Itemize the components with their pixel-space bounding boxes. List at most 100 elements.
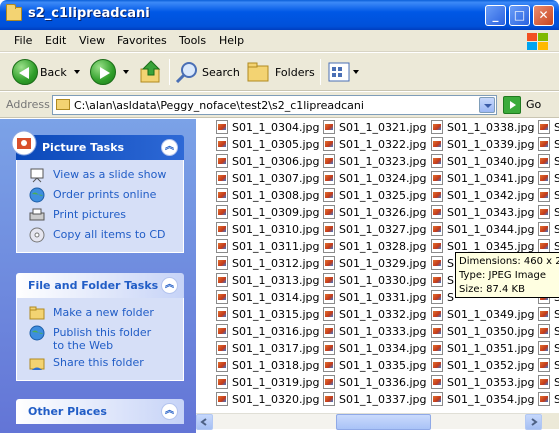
back-arrow-icon[interactable]	[12, 59, 38, 85]
close-button[interactable]: ✕	[533, 5, 554, 26]
collapse-chevron-icon[interactable]: ︽	[161, 277, 178, 294]
jpeg-file-icon	[323, 137, 335, 151]
address-dropdown-icon[interactable]	[479, 97, 495, 113]
go-button-label[interactable]: Go	[526, 98, 541, 111]
task-publish-web[interactable]: Publish this folder to the Web	[17, 324, 183, 354]
up-folder-icon[interactable]	[139, 59, 163, 85]
task-print-pictures[interactable]: Print pictures	[17, 206, 183, 226]
file-name: S01_1_0340.jpg	[447, 155, 535, 168]
file-name: S	[554, 138, 559, 151]
menu-help[interactable]: Help	[219, 34, 244, 47]
maximize-button[interactable]: □	[509, 5, 530, 26]
task-label[interactable]: Order prints online	[53, 188, 156, 201]
task-order-prints[interactable]: Order prints online	[17, 186, 183, 206]
jpeg-file-icon	[216, 256, 228, 270]
file-name: S01_1_0326.jpg	[339, 206, 427, 219]
go-arrow-icon[interactable]	[503, 96, 521, 114]
views-dropdown-icon[interactable]	[353, 70, 359, 74]
task-share-folder[interactable]: Share this folder	[17, 354, 183, 374]
task-label[interactable]: Make a new folder	[53, 306, 154, 319]
slideshow-icon	[30, 168, 44, 183]
forward-arrow-icon[interactable]	[90, 59, 116, 85]
jpeg-file-icon	[538, 341, 550, 355]
scroll-thumb[interactable]	[336, 414, 431, 430]
file-name: S01_1_0329.jpg	[339, 257, 427, 270]
task-slideshow[interactable]: View as a slide show	[17, 166, 183, 186]
menu-file[interactable]: File	[14, 34, 32, 47]
task-label[interactable]: Copy all items to CD	[53, 228, 166, 241]
collapse-chevron-icon[interactable]: ︽	[161, 139, 178, 156]
search-button-label[interactable]: Search	[202, 66, 240, 79]
horizontal-scrollbar[interactable]	[196, 413, 542, 430]
jpeg-file-icon	[216, 273, 228, 287]
jpeg-file-icon	[216, 222, 228, 236]
jpeg-file-icon	[431, 375, 443, 389]
file-name: S	[447, 274, 454, 287]
task-label[interactable]: View as a slide show	[53, 168, 166, 181]
menu-favorites[interactable]: Favorites	[117, 34, 167, 47]
search-icon[interactable]	[175, 61, 199, 83]
menu-edit[interactable]: Edit	[45, 34, 66, 47]
back-button-label[interactable]: Back	[40, 66, 67, 79]
file-name: S	[554, 189, 559, 202]
title-bar[interactable]: s2_c1lipreadcani _ □ ✕	[0, 0, 559, 30]
file-name: S01_1_0333.jpg	[339, 325, 427, 338]
menu-view[interactable]: View	[79, 34, 105, 47]
forward-dropdown-icon[interactable]	[123, 70, 129, 74]
address-path[interactable]: C:\alan\asldata\Peggy_noface\test2\s2_c1…	[74, 99, 364, 112]
jpeg-file-icon	[216, 154, 228, 168]
file-name: S	[554, 121, 559, 134]
jpeg-file-icon	[323, 222, 335, 236]
jpeg-file-icon	[323, 256, 335, 270]
jpeg-file-icon	[431, 222, 443, 236]
task-copy-to-cd[interactable]: Copy all items to CD	[17, 226, 183, 246]
file-name: S01_1_0310.jpg	[232, 223, 320, 236]
windows-logo-icon	[525, 32, 549, 50]
address-input[interactable]: C:\alan\asldata\Peggy_noface\test2\s2_c1…	[52, 95, 497, 115]
other-places-header[interactable]: Other Places ︽	[16, 399, 184, 424]
file-name: S01_1_0350.jpg	[447, 325, 535, 338]
scroll-right-button[interactable]	[525, 414, 542, 430]
collapse-chevron-icon[interactable]: ︽	[161, 403, 178, 420]
panel-title: Picture Tasks	[42, 141, 125, 154]
file-name: S01_1_0313.jpg	[232, 274, 320, 287]
picture-tasks-panel: Picture Tasks ︽ View as a slide show Ord…	[11, 130, 184, 253]
folders-icon[interactable]	[247, 61, 271, 83]
jpeg-file-icon	[538, 392, 550, 406]
new-folder-icon	[29, 306, 45, 320]
file-name: S01_1_0304.jpg	[232, 121, 320, 134]
views-icon[interactable]	[328, 62, 350, 82]
back-dropdown-icon[interactable]	[74, 70, 80, 74]
file-name: S01_1_0318.jpg	[232, 359, 320, 372]
file-name: S	[554, 359, 559, 372]
jpeg-file-icon	[538, 324, 550, 338]
task-label[interactable]: Share this folder	[53, 356, 144, 369]
file-name: S01_1_0314.jpg	[232, 291, 320, 304]
other-places-panel: Other Places ︽	[16, 399, 184, 424]
panel-title: Other Places	[28, 405, 107, 418]
globe-icon	[29, 187, 45, 203]
task-new-folder[interactable]: Make a new folder	[17, 304, 183, 324]
panel-title: File and Folder Tasks	[28, 279, 159, 292]
jpeg-file-icon	[538, 375, 550, 389]
jpeg-file-icon	[538, 358, 550, 372]
jpeg-file-icon	[323, 205, 335, 219]
file-folder-tasks-header[interactable]: File and Folder Tasks ︽	[16, 273, 184, 298]
picture-tasks-header[interactable]: Picture Tasks ︽	[11, 130, 184, 160]
minimize-button[interactable]: _	[485, 5, 506, 26]
folders-button-label[interactable]: Folders	[275, 66, 315, 79]
task-label[interactable]: Publish this folder to the Web	[53, 326, 163, 352]
file-folder-tasks-panel: File and Folder Tasks ︽ Make a new folde…	[16, 273, 184, 381]
menu-tools[interactable]: Tools	[179, 34, 206, 47]
file-name: S01_1_0317.jpg	[232, 342, 320, 355]
scroll-left-button[interactable]	[196, 414, 213, 430]
jpeg-file-icon	[431, 290, 443, 304]
jpeg-file-icon	[216, 188, 228, 202]
task-label[interactable]: Print pictures	[53, 208, 126, 221]
file-name: S01_1_0344.jpg	[447, 223, 535, 236]
tooltip-size: Size: 87.4 KB	[459, 284, 525, 295]
window-title: s2_c1lipreadcani	[28, 6, 150, 21]
file-name: S01_1_0325.jpg	[339, 189, 427, 202]
cd-icon	[29, 227, 45, 243]
address-bar: Address C:\alan\asldata\Peggy_noface\tes…	[0, 92, 559, 118]
